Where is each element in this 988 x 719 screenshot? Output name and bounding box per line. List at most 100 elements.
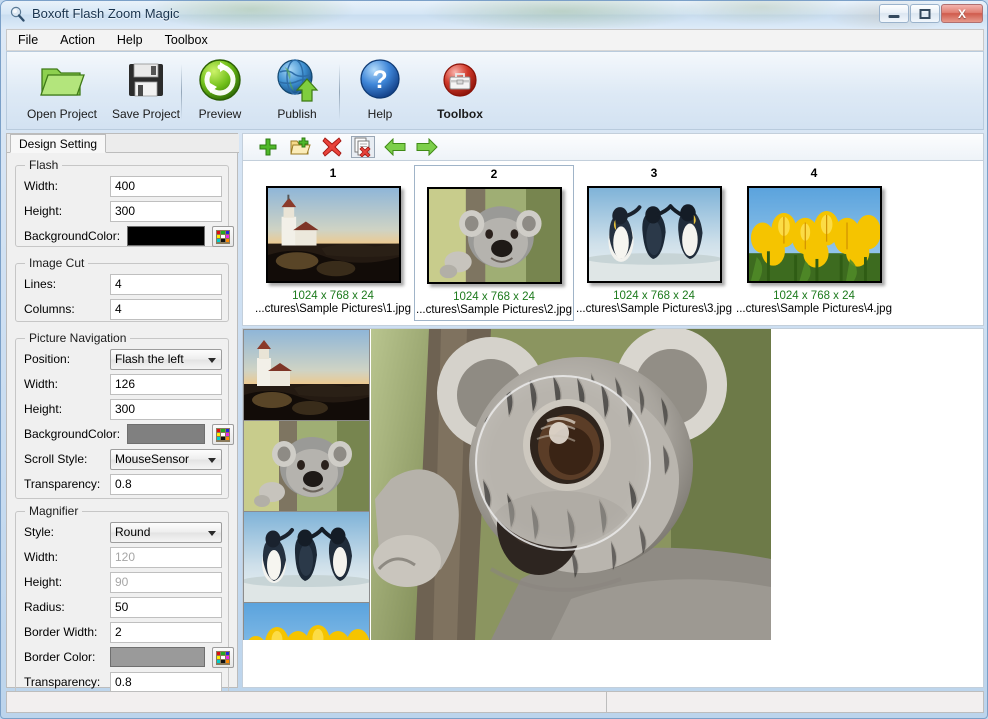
- move-right-button[interactable]: [415, 136, 439, 158]
- field-magnifier-transparency: Transparency: 0.8: [24, 672, 222, 693]
- nav-height-input[interactable]: 300: [110, 399, 222, 420]
- move-left-button[interactable]: [383, 136, 407, 158]
- magnifier-style-select[interactable]: Round: [110, 522, 222, 543]
- magnifier-style-value: Round: [115, 525, 151, 539]
- thumbnail-item-4[interactable]: 4 1024 x 768 x 24 ...ctures\Sample Pictu…: [734, 165, 894, 321]
- close-button[interactable]: X: [941, 4, 983, 23]
- field-flash-height-label: Height:: [24, 204, 63, 218]
- thumbnail-resolution: 1024 x 768 x 24: [613, 290, 695, 302]
- help-button[interactable]: ? Help: [349, 56, 411, 128]
- field-nav-position-label: Position:: [24, 352, 71, 366]
- field-scroll-style: Scroll Style: MouseSensor: [24, 449, 222, 470]
- nav-background-color-swatch[interactable]: [127, 424, 205, 444]
- thumbnail-number: 1: [329, 166, 337, 180]
- magnifier-transparency-input[interactable]: 0.8: [110, 672, 222, 693]
- field-nav-height: Height: 300: [24, 399, 222, 420]
- field-nav-width: Width: 126: [24, 374, 222, 395]
- magnifier-width-input[interactable]: 120: [110, 547, 222, 568]
- field-lines-label: Lines:: [24, 277, 57, 291]
- field-magnifier-radius-label: Radius:: [24, 600, 65, 614]
- nav-position-select[interactable]: Flash the left: [110, 349, 222, 370]
- add-image-button[interactable]: [256, 136, 280, 158]
- magnifier-radius-input[interactable]: 50: [110, 597, 222, 618]
- thumbnail-image-lighthouse: [265, 186, 401, 283]
- flash-bgcolor-palette-button[interactable]: [212, 226, 234, 247]
- title-bar: Boxoft Flash Zoom Magic X: [1, 1, 987, 28]
- color-palette-icon: [216, 427, 230, 442]
- flash-background-color-swatch[interactable]: [127, 226, 205, 246]
- toolbox-icon: [441, 56, 479, 104]
- application-window: Boxoft Flash Zoom Magic X File Action He…: [0, 0, 988, 719]
- group-magnifier: Magnifier Style: Round Width: 120 Height…: [15, 504, 234, 697]
- toolbox-button[interactable]: Toolbox: [421, 56, 499, 128]
- flash-height-input[interactable]: 300: [110, 201, 222, 222]
- thumbnail-number: 4: [810, 166, 818, 180]
- field-nav-height-label: Height:: [24, 402, 63, 416]
- delete-all-button[interactable]: [351, 136, 375, 158]
- nav-thumbnail-tulips[interactable]: [244, 603, 369, 640]
- main-preview-image[interactable]: [371, 329, 771, 640]
- thumbnail-resolution: 1024 x 768 x 24: [773, 290, 855, 302]
- field-flash-height: Height: 300: [24, 201, 222, 222]
- menu-item-toolbox[interactable]: Toolbox: [154, 31, 219, 49]
- nav-transparency-input[interactable]: 0.8: [110, 474, 222, 495]
- maximize-button[interactable]: [910, 4, 940, 23]
- magnifier-height-input[interactable]: 90: [110, 572, 222, 593]
- field-magnifier-radius: Radius: 50: [24, 597, 222, 618]
- border-color-swatch[interactable]: [110, 647, 205, 667]
- scroll-style-value: MouseSensor: [115, 452, 190, 466]
- toolbox-label: Toolbox: [437, 107, 483, 121]
- svg-text:?: ?: [372, 66, 387, 94]
- thumbnail-list[interactable]: 1 1024 x 768 x 24 ...ctures\Sample Pictu…: [242, 160, 984, 326]
- preview-button[interactable]: Preview: [189, 56, 251, 128]
- nav-thumbnail-lighthouse[interactable]: [244, 330, 369, 420]
- delete-image-button[interactable]: [320, 136, 344, 158]
- border-color-palette-button[interactable]: [212, 647, 234, 668]
- field-border-width: Border Width: 2: [24, 622, 222, 643]
- refresh-circle-icon: [197, 56, 243, 104]
- save-project-button[interactable]: Save Project: [103, 56, 189, 128]
- thumbnail-path: ...ctures\Sample Pictures\1.jpg: [255, 303, 411, 315]
- menu-item-file[interactable]: File: [7, 31, 49, 49]
- green-arrow-right-icon: [416, 138, 438, 156]
- nav-bgcolor-palette-button[interactable]: [212, 424, 234, 445]
- field-nav-position: Position: Flash the left: [24, 349, 222, 370]
- thumbnail-item-1[interactable]: 1 1024 x 768 x 24 ...ctures\Sample Pictu…: [253, 165, 413, 321]
- picture-navigation-strip[interactable]: [243, 329, 370, 640]
- border-width-input[interactable]: 2: [110, 622, 222, 643]
- status-pane-left: [7, 692, 607, 712]
- field-flash-width: Width: 400: [24, 176, 222, 197]
- red-x-icon: [322, 137, 342, 157]
- field-flash-bgcolor-label: BackgroundColor:: [24, 229, 121, 243]
- flash-width-input[interactable]: 400: [110, 176, 222, 197]
- design-settings-panel: Design Setting Flash Width: 400 Height: …: [6, 133, 239, 697]
- scroll-style-select[interactable]: MouseSensor: [110, 449, 222, 470]
- columns-input[interactable]: 4: [110, 299, 222, 320]
- menu-item-action[interactable]: Action: [49, 31, 106, 49]
- thumbnail-image-penguins: [586, 186, 722, 283]
- field-nav-transparency: Transparency: 0.8: [24, 474, 222, 495]
- tab-design-setting[interactable]: Design Setting: [10, 134, 107, 153]
- floppy-disk-icon: [125, 56, 167, 104]
- publish-label: Publish: [277, 107, 317, 121]
- thumbnail-resolution: 1024 x 768 x 24: [453, 291, 535, 303]
- thumbnail-item-3[interactable]: 3 1024 x 768 x 24 ...ctures\Sample Pictu…: [574, 165, 734, 321]
- field-magnifier-style-label: Style:: [24, 525, 55, 539]
- open-project-button[interactable]: Open Project: [21, 56, 103, 128]
- nav-width-input[interactable]: 126: [110, 374, 222, 395]
- thumbnail-item-2[interactable]: 2 1024 x 768 x 24 ...ctures\Sample Pictu…: [414, 165, 574, 321]
- chevron-down-icon: [208, 358, 216, 363]
- lines-input[interactable]: 4: [110, 274, 222, 295]
- nav-thumbnail-koala[interactable]: [244, 421, 369, 511]
- nav-thumbnail-penguins[interactable]: [244, 512, 369, 602]
- group-picture-navigation-title: Picture Navigation: [25, 331, 131, 345]
- thumbnail-path: ...ctures\Sample Pictures\4.jpg: [736, 303, 892, 315]
- close-icon: X: [957, 6, 967, 21]
- open-project-label: Open Project: [26, 107, 98, 121]
- publish-button[interactable]: Publish: [261, 56, 333, 128]
- status-pane-right: [607, 692, 983, 712]
- group-flash-title: Flash: [25, 158, 63, 172]
- add-folder-button[interactable]: [288, 136, 312, 158]
- minimize-button[interactable]: [879, 4, 909, 23]
- menu-item-help[interactable]: Help: [106, 31, 154, 49]
